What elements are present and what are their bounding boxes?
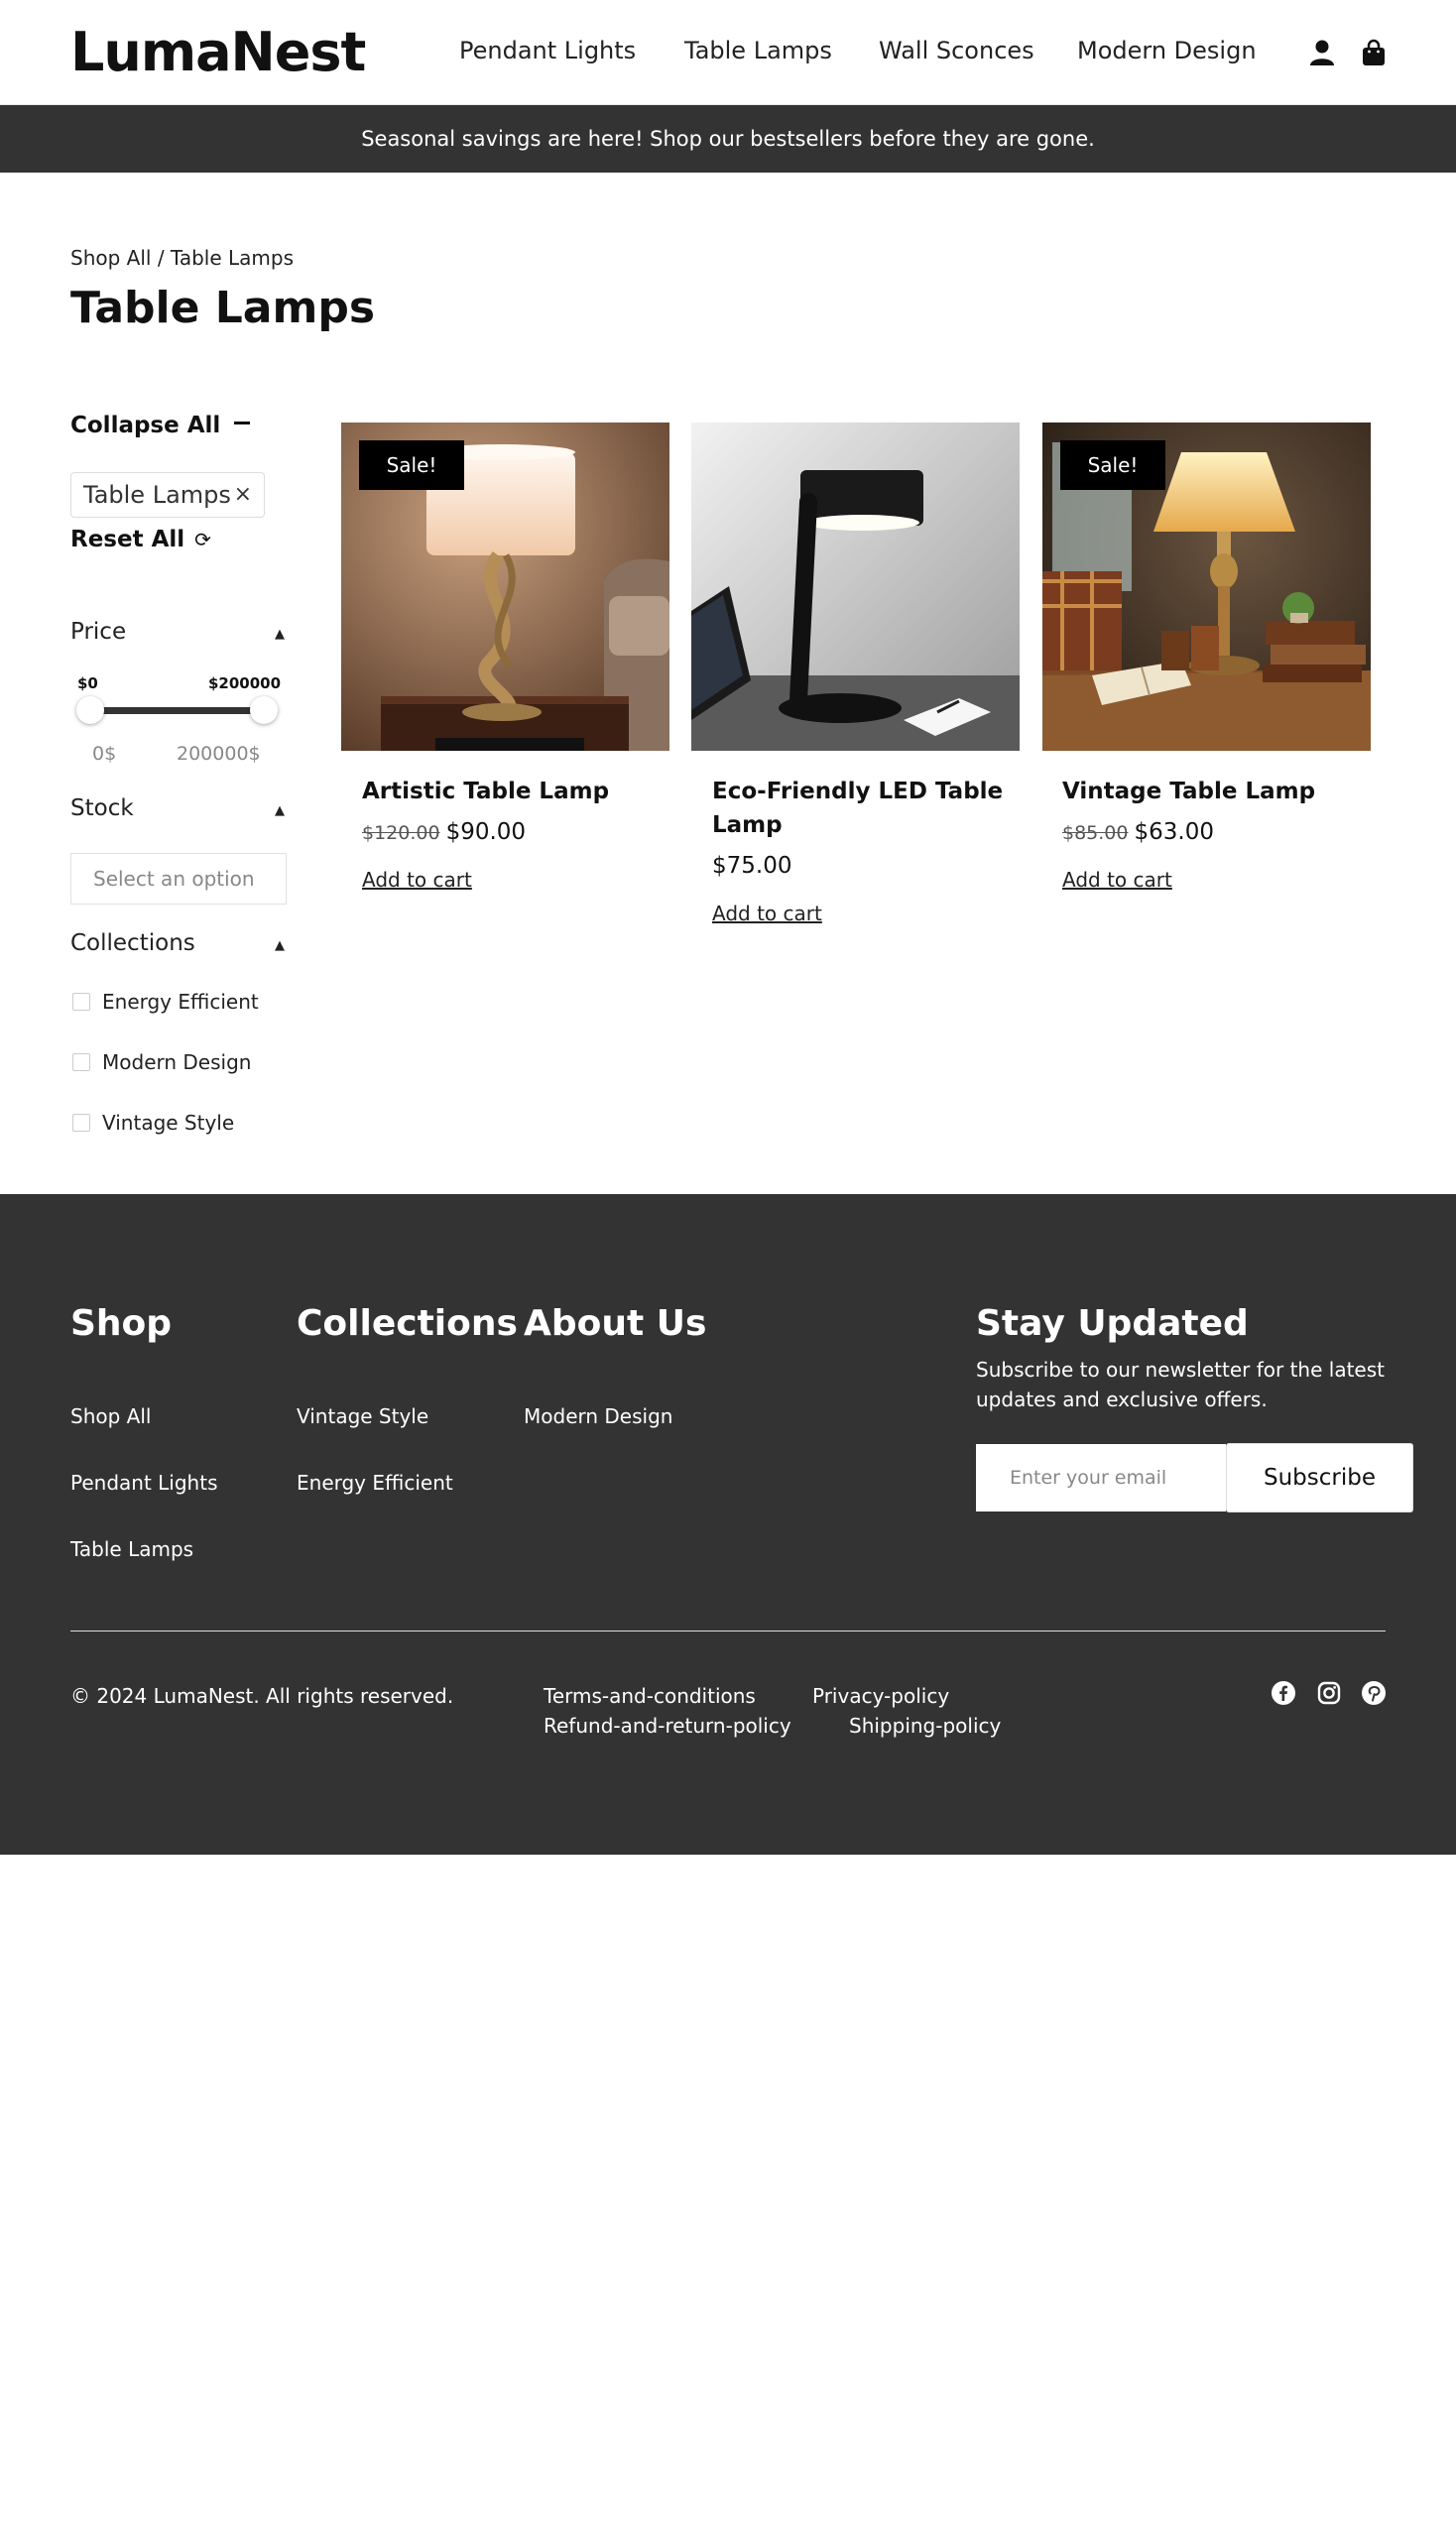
- user-icon[interactable]: [1307, 38, 1337, 67]
- breadcrumb-shop-all[interactable]: Shop All: [70, 246, 151, 270]
- collection-option-label: Vintage Style: [102, 1111, 235, 1135]
- product-image[interactable]: Sale!: [341, 423, 669, 751]
- subscribe-button[interactable]: Subscribe: [1226, 1443, 1413, 1512]
- collapse-all-label: Collapse All: [70, 413, 221, 438]
- price-slider-min-handle[interactable]: [76, 696, 104, 724]
- site-footer: Shop Shop All Pendant Lights Table Lamps…: [0, 1194, 1456, 1855]
- price-min-label: $0: [77, 674, 98, 692]
- price-slider-max-handle[interactable]: [250, 696, 278, 724]
- product-name[interactable]: Vintage Table Lamp: [1062, 775, 1360, 808]
- nav-modern-design[interactable]: Modern Design: [1077, 36, 1257, 65]
- refresh-icon: ⟳: [194, 528, 211, 551]
- footer-link-privacy[interactable]: Privacy-policy: [812, 1684, 949, 1708]
- nav-pendant-lights[interactable]: Pendant Lights: [459, 36, 636, 65]
- footer-link-shipping[interactable]: Shipping-policy: [849, 1714, 1001, 1738]
- breadcrumb-separator: /: [151, 246, 171, 270]
- collection-option-vintage-style[interactable]: Vintage Style: [72, 1111, 234, 1135]
- footer-heading-shop: Shop: [70, 1303, 173, 1344]
- chevron-up-icon: ▲: [275, 803, 285, 818]
- footer-link-pendant-lights[interactable]: Pendant Lights: [70, 1471, 218, 1495]
- footer-link-shop-all[interactable]: Shop All: [70, 1404, 151, 1428]
- footer-link-table-lamps[interactable]: Table Lamps: [70, 1537, 193, 1561]
- filter-collections-toggle[interactable]: Collections ▲: [70, 930, 285, 956]
- checkbox[interactable]: [72, 1052, 90, 1071]
- collection-option-label: Energy Efficient: [102, 990, 259, 1014]
- add-to-cart-link[interactable]: Add to cart: [1062, 868, 1172, 892]
- logo[interactable]: LumaNest: [70, 22, 366, 83]
- footer-heading-collections: Collections: [297, 1303, 518, 1344]
- price-range-min: 0$: [92, 743, 117, 765]
- footer-link-terms[interactable]: Terms-and-conditions: [544, 1684, 756, 1708]
- breadcrumb: Shop All / Table Lamps: [70, 246, 294, 270]
- product-image[interactable]: Sale!: [1042, 423, 1371, 751]
- site-header: LumaNest Pendant Lights Table Lamps Wall…: [0, 0, 1456, 105]
- footer-link-modern-design[interactable]: Modern Design: [524, 1404, 672, 1428]
- product-price: $120.00 $90.00: [362, 819, 526, 845]
- filter-stock-label: Stock: [70, 795, 134, 821]
- product-image[interactable]: [691, 423, 1020, 751]
- product-name[interactable]: Artistic Table Lamp: [362, 775, 660, 808]
- reset-all-button[interactable]: Reset All ⟳: [70, 527, 211, 552]
- sale-badge: Sale!: [359, 440, 464, 490]
- active-filter-chip[interactable]: Table Lamps ×: [70, 472, 265, 518]
- footer-link-vintage-style[interactable]: Vintage Style: [297, 1404, 428, 1428]
- footer-heading-about: About Us: [524, 1303, 707, 1344]
- product-price: $85.00 $63.00: [1062, 819, 1214, 845]
- active-filter-label: Table Lamps: [83, 481, 231, 509]
- close-icon[interactable]: ×: [234, 473, 252, 517]
- page-title: Table Lamps: [70, 283, 376, 333]
- announcement-bar: Seasonal savings are here! Shop our best…: [0, 105, 1456, 173]
- newsletter-description: Subscribe to our newsletter for the late…: [976, 1358, 1385, 1411]
- pinterest-icon[interactable]: [1361, 1680, 1387, 1706]
- footer-link-energy-efficient[interactable]: Energy Efficient: [297, 1471, 453, 1495]
- checkbox[interactable]: [72, 1113, 90, 1132]
- collection-option-modern-design[interactable]: Modern Design: [72, 1050, 251, 1074]
- price-range-max: 200000$: [177, 743, 261, 765]
- product-sale-price: $75.00: [712, 853, 792, 879]
- minus-icon: [234, 422, 251, 424]
- reset-all-label: Reset All: [70, 527, 185, 552]
- shopping-bag-icon[interactable]: [1359, 38, 1389, 67]
- checkbox[interactable]: [72, 992, 90, 1011]
- collection-option-label: Modern Design: [102, 1050, 252, 1074]
- instagram-icon[interactable]: [1316, 1680, 1342, 1706]
- product-sale-price: $90.00: [445, 819, 527, 845]
- product-name[interactable]: Eco-Friendly LED Table Lamp: [712, 775, 1010, 842]
- product-price: $75.00: [712, 853, 791, 879]
- product-old-price: $120.00: [362, 822, 440, 844]
- price-slider-track[interactable]: [89, 707, 264, 714]
- chevron-up-icon: ▲: [275, 627, 285, 642]
- filter-stock-toggle[interactable]: Stock ▲: [70, 795, 285, 821]
- breadcrumb-current: Table Lamps: [170, 246, 294, 270]
- filter-price-label: Price: [70, 619, 127, 645]
- chevron-up-icon: ▲: [275, 938, 285, 953]
- collapse-all-button[interactable]: Collapse All: [70, 413, 251, 438]
- nav-wall-sconces[interactable]: Wall Sconces: [879, 36, 1034, 65]
- product-old-price: $85.00: [1062, 822, 1129, 844]
- collection-option-energy-efficient[interactable]: Energy Efficient: [72, 990, 259, 1014]
- filter-price-toggle[interactable]: Price ▲: [70, 619, 285, 645]
- product-sale-price: $63.00: [1134, 819, 1214, 845]
- copyright-text: © 2024 LumaNest. All rights reserved.: [70, 1684, 454, 1708]
- footer-heading-newsletter: Stay Updated: [976, 1303, 1249, 1344]
- add-to-cart-link[interactable]: Add to cart: [712, 902, 822, 925]
- add-to-cart-link[interactable]: Add to cart: [362, 868, 472, 892]
- nav-table-lamps[interactable]: Table Lamps: [684, 36, 832, 65]
- footer-divider: [70, 1631, 1386, 1632]
- sale-badge: Sale!: [1060, 440, 1165, 490]
- price-max-label: $200000: [208, 674, 282, 692]
- footer-link-refund[interactable]: Refund-and-return-policy: [544, 1714, 791, 1738]
- filter-collections-label: Collections: [70, 930, 195, 956]
- facebook-icon[interactable]: [1271, 1680, 1296, 1706]
- newsletter-email-input[interactable]: Enter your email: [976, 1444, 1226, 1511]
- stock-select[interactable]: Select an option: [70, 853, 287, 905]
